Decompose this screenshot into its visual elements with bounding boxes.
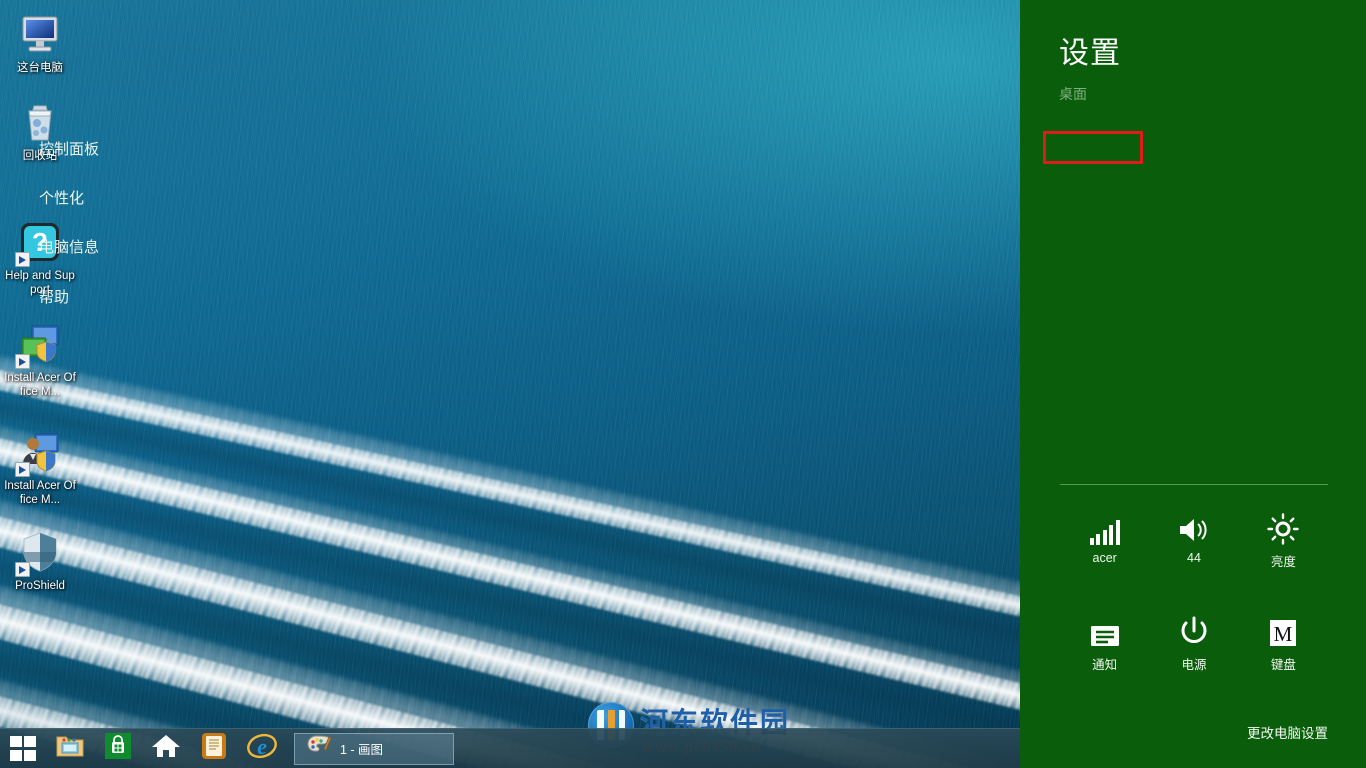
charm-tile-notifications[interactable]: 通知 <box>1060 608 1149 673</box>
charm-link-control-panel[interactable]: 控制面板 <box>39 138 99 159</box>
charm-subtitle: 桌面 <box>1059 84 1087 104</box>
ie-e-icon: e <box>246 731 278 766</box>
desktop-icon-label: ProShield <box>4 580 76 594</box>
wifi-signal-icon <box>1060 505 1149 545</box>
charm-link-personalize[interactable]: 个性化 <box>39 187 84 208</box>
desktop-icon-this-pc[interactable]: 这台电脑 <box>4 10 76 76</box>
paint-palette-icon <box>307 735 331 762</box>
taskbar-internet-explorer[interactable]: e <box>238 729 286 768</box>
brightness-sun-icon <box>1239 505 1328 545</box>
clipboard-icon <box>200 732 228 765</box>
shortcut-arrow-icon <box>15 252 30 267</box>
keyboard-ime-icon: M <box>1239 608 1328 648</box>
windows-logo-icon <box>10 736 36 761</box>
charm-divider <box>1060 484 1328 485</box>
shortcut-arrow-icon <box>15 354 30 369</box>
svg-text:e: e <box>257 734 267 759</box>
charm-tile-caption: 通知 <box>1060 654 1149 673</box>
charm-tile-power[interactable]: 电源 <box>1149 608 1238 673</box>
charm-tile-network[interactable]: acer <box>1060 505 1149 570</box>
charm-tile-caption: 键盘 <box>1239 654 1328 673</box>
change-pc-settings-link[interactable]: 更改电脑设置 <box>1247 722 1328 742</box>
computer-icon <box>16 10 64 58</box>
charm-title: 设置 <box>1059 28 1121 72</box>
taskbar: e 1 - 画图 <box>0 728 1020 768</box>
desktop-icon-proshield[interactable]: ProShield <box>4 528 76 594</box>
speaker-icon <box>1149 505 1238 545</box>
taskbar-file-explorer[interactable] <box>46 729 94 768</box>
desktop-icon-install-acer-office-2[interactable]: Install Acer Office M... <box>4 428 76 507</box>
store-bag-icon <box>104 732 132 765</box>
shortcut-arrow-icon <box>15 462 30 477</box>
shield-icon <box>16 528 64 576</box>
desktop-icon-label: 这台电脑 <box>4 62 76 76</box>
svg-text:M: M <box>1274 622 1293 646</box>
desktop-icon-install-acer-office-1[interactable]: Install Acer Office M... <box>4 320 76 399</box>
power-icon <box>1149 608 1238 648</box>
charm-link-help[interactable]: 帮助 <box>39 286 69 307</box>
acer-office-user-icon <box>16 428 64 476</box>
desktop-screen: 这台电脑 回收站 ? <box>0 0 1366 768</box>
notification-icon <box>1060 608 1149 648</box>
charm-tile-caption: 44 <box>1149 551 1238 565</box>
house-icon <box>151 732 181 765</box>
charm-tile-caption: 亮度 <box>1239 551 1328 570</box>
shortcut-arrow-icon <box>15 562 30 577</box>
start-button[interactable] <box>0 729 46 768</box>
desktop-icon-label: Install Acer Office M... <box>4 372 76 399</box>
charm-tile-brightness[interactable]: 亮度 <box>1239 505 1328 570</box>
taskbar-notes[interactable] <box>190 729 238 768</box>
taskbar-window-button-paint[interactable]: 1 - 画图 <box>294 733 454 765</box>
charm-tile-keyboard[interactable]: M 键盘 <box>1239 608 1328 673</box>
taskbar-window-label: 1 - 画图 <box>340 739 383 758</box>
charm-link-pc-info[interactable]: 电脑信息 <box>39 236 99 257</box>
desktop-icon-label: Install Acer Office M... <box>4 480 76 507</box>
acer-office-install-icon <box>16 320 64 368</box>
taskbar-store[interactable] <box>94 729 142 768</box>
charm-tile-caption: 电源 <box>1149 654 1238 673</box>
charm-tile-volume[interactable]: 44 <box>1149 505 1238 570</box>
charm-tile-caption: acer <box>1060 551 1149 565</box>
charm-quick-tiles: acer 44 <box>1060 505 1328 673</box>
taskbar-home[interactable] <box>142 729 190 768</box>
folder-icon <box>55 732 85 765</box>
